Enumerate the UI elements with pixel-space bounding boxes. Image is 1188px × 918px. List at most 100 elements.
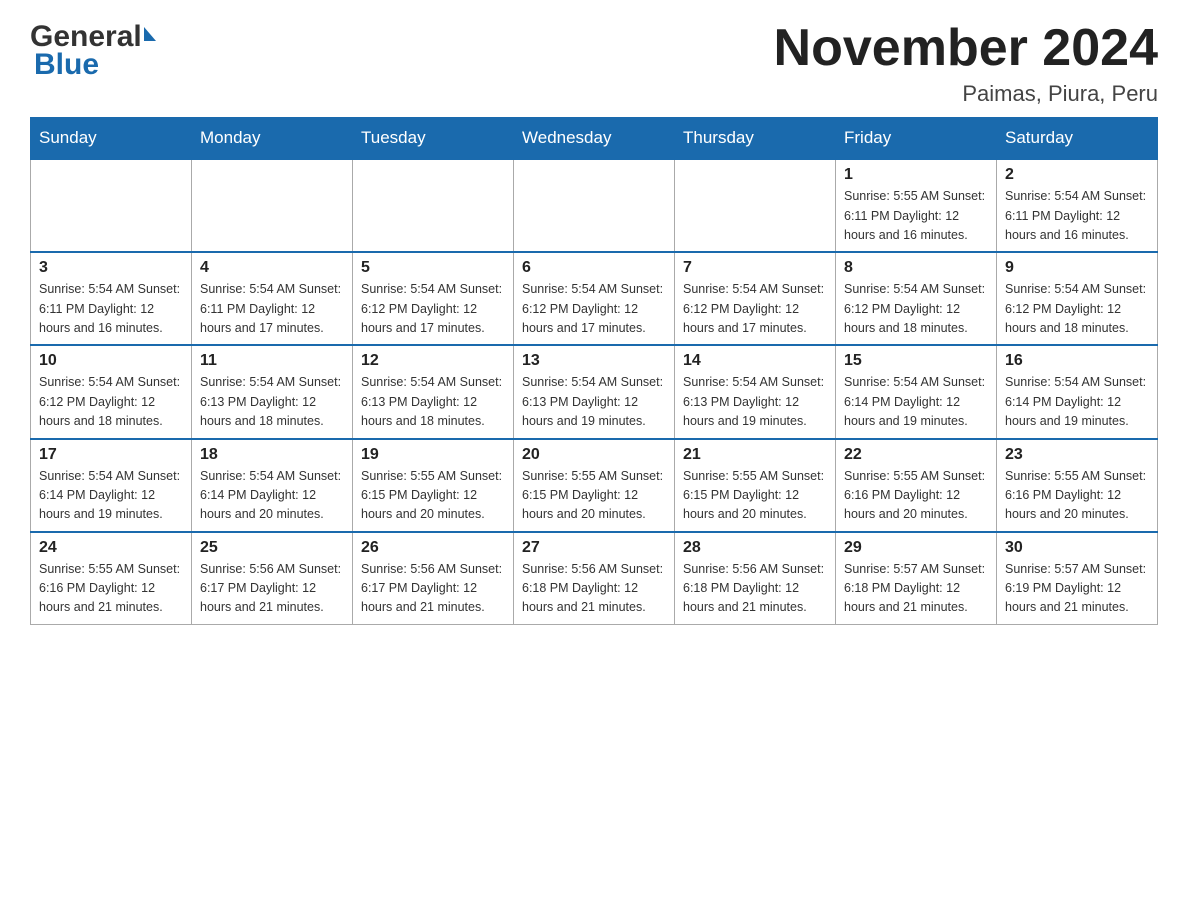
calendar-day-cell: 17Sunrise: 5:54 AM Sunset: 6:14 PM Dayli… (31, 439, 192, 532)
day-info: Sunrise: 5:55 AM Sunset: 6:16 PM Dayligh… (39, 560, 183, 618)
calendar-day-cell: 10 Sunrise: 5:54 AM Sunset: 6:12 PM Dayli… (31, 345, 192, 438)
calendar-day-cell: 24 Sunrise: 5:55 AM Sunset: 6:16 PM Dayli… (31, 532, 192, 625)
calendar-table: SundayMondayTuesdayWednesdayThursdayFrid… (30, 117, 1158, 625)
day-info: Sunrise: 5:55 AM Sunset: 6:15 PM Dayligh… (683, 467, 827, 525)
month-title: November 2024 (774, 20, 1158, 77)
day-number: 21 (683, 446, 827, 464)
day-number: 14 (683, 352, 827, 370)
calendar-day-cell: 4 Sunrise: 5:54 AM Sunset: 6:11 PM Daylig… (192, 252, 353, 345)
day-number: 15 (844, 352, 988, 370)
day-info: Sunrise: 5:55 AM Sunset: 6:16 PM Dayligh… (844, 467, 988, 525)
day-info: Sunrise: 5:54 AM Sunset: 6:14 PM Dayligh… (844, 373, 988, 431)
day-info: Sunrise: 5:54 AM Sunset: 6:13 PM Dayligh… (522, 373, 666, 431)
calendar-day-cell: 18 Sunrise: 5:54 AM Sunset: 6:14 PM Dayli… (192, 439, 353, 532)
day-info: Sunrise: 5:55 AM Sunset: 6:15 PM Dayligh… (522, 467, 666, 525)
calendar-day-cell: 15 Sunrise: 5:54 AM Sunset: 6:14 PM Dayli… (836, 345, 997, 438)
calendar-day-cell: 14 Sunrise: 5:54 AM Sunset: 6:13 PM Dayli… (675, 345, 836, 438)
day-info: Sunrise: 5:56 AM Sunset: 6:18 PM Dayligh… (683, 560, 827, 618)
location-text: Paimas, Piura, Peru (774, 81, 1158, 107)
day-info: Sunrise: 5:54 AM Sunset: 6:12 PM Dayligh… (39, 373, 183, 431)
calendar-day-cell (514, 159, 675, 252)
calendar-day-cell: 12Sunrise: 5:54 AM Sunset: 6:13 PM Dayli… (353, 345, 514, 438)
calendar-week-row: 3 Sunrise: 5:54 AM Sunset: 6:11 PM Daylig… (31, 252, 1158, 345)
day-info: Sunrise: 5:54 AM Sunset: 6:11 PM Dayligh… (1005, 187, 1149, 245)
day-number: 18 (200, 446, 344, 464)
calendar-day-cell: 1 Sunrise: 5:55 AM Sunset: 6:11 PM Daylig… (836, 159, 997, 252)
calendar-weekday-header: Thursday (675, 118, 836, 160)
calendar-day-cell: 16Sunrise: 5:54 AM Sunset: 6:14 PM Dayli… (997, 345, 1158, 438)
day-number: 8 (844, 259, 988, 277)
calendar-weekday-header: Saturday (997, 118, 1158, 160)
calendar-day-cell: 9Sunrise: 5:54 AM Sunset: 6:12 PM Daylig… (997, 252, 1158, 345)
day-number: 4 (200, 259, 344, 277)
day-info: Sunrise: 5:54 AM Sunset: 6:14 PM Dayligh… (200, 467, 344, 525)
calendar-week-row: 24 Sunrise: 5:55 AM Sunset: 6:16 PM Dayli… (31, 532, 1158, 625)
title-block: November 2024 Paimas, Piura, Peru (774, 20, 1158, 107)
calendar-day-cell: 11Sunrise: 5:54 AM Sunset: 6:13 PM Dayli… (192, 345, 353, 438)
calendar-day-cell: 7Sunrise: 5:54 AM Sunset: 6:12 PM Daylig… (675, 252, 836, 345)
day-info: Sunrise: 5:56 AM Sunset: 6:18 PM Dayligh… (522, 560, 666, 618)
calendar-day-cell: 30Sunrise: 5:57 AM Sunset: 6:19 PM Dayli… (997, 532, 1158, 625)
calendar-day-cell: 19 Sunrise: 5:55 AM Sunset: 6:15 PM Dayli… (353, 439, 514, 532)
day-number: 5 (361, 259, 505, 277)
day-number: 22 (844, 446, 988, 464)
calendar-week-row: 10 Sunrise: 5:54 AM Sunset: 6:12 PM Dayli… (31, 345, 1158, 438)
calendar-weekday-header: Sunday (31, 118, 192, 160)
day-info: Sunrise: 5:56 AM Sunset: 6:17 PM Dayligh… (200, 560, 344, 618)
calendar-day-cell: 28 Sunrise: 5:56 AM Sunset: 6:18 PM Dayli… (675, 532, 836, 625)
calendar-day-cell (192, 159, 353, 252)
calendar-day-cell: 20 Sunrise: 5:55 AM Sunset: 6:15 PM Dayli… (514, 439, 675, 532)
calendar-day-cell: 8Sunrise: 5:54 AM Sunset: 6:12 PM Daylig… (836, 252, 997, 345)
day-info: Sunrise: 5:55 AM Sunset: 6:16 PM Dayligh… (1005, 467, 1149, 525)
day-number: 6 (522, 259, 666, 277)
day-info: Sunrise: 5:54 AM Sunset: 6:12 PM Dayligh… (361, 280, 505, 338)
calendar-week-row: 1 Sunrise: 5:55 AM Sunset: 6:11 PM Daylig… (31, 159, 1158, 252)
day-number: 24 (39, 539, 183, 557)
calendar-header-row: SundayMondayTuesdayWednesdayThursdayFrid… (31, 118, 1158, 160)
day-number: 16 (1005, 352, 1149, 370)
page-header: General Blue November 2024 Paimas, Piura… (30, 20, 1158, 107)
day-info: Sunrise: 5:55 AM Sunset: 6:15 PM Dayligh… (361, 467, 505, 525)
calendar-day-cell (353, 159, 514, 252)
calendar-day-cell: 26Sunrise: 5:56 AM Sunset: 6:17 PM Dayli… (353, 532, 514, 625)
day-info: Sunrise: 5:54 AM Sunset: 6:13 PM Dayligh… (683, 373, 827, 431)
day-number: 12 (361, 352, 505, 370)
calendar-day-cell: 29Sunrise: 5:57 AM Sunset: 6:18 PM Dayli… (836, 532, 997, 625)
calendar-day-cell: 23Sunrise: 5:55 AM Sunset: 6:16 PM Dayli… (997, 439, 1158, 532)
calendar-week-row: 17 Sunrise: 5:54 AM Sunset: 6:14 PM Dayli… (31, 439, 1158, 532)
logo-blue-text: Blue (34, 48, 99, 82)
day-number: 13 (522, 352, 666, 370)
day-number: 27 (522, 539, 666, 557)
calendar-day-cell (31, 159, 192, 252)
calendar-day-cell: 21 Sunrise: 5:55 AM Sunset: 6:15 PM Dayli… (675, 439, 836, 532)
day-number: 29 (844, 539, 988, 557)
day-number: 25 (200, 539, 344, 557)
day-number: 3 (39, 259, 183, 277)
calendar-day-cell: 22 Sunrise: 5:55 AM Sunset: 6:16 PM Dayli… (836, 439, 997, 532)
day-info: Sunrise: 5:54 AM Sunset: 6:11 PM Dayligh… (39, 280, 183, 338)
day-number: 19 (361, 446, 505, 464)
day-number: 7 (683, 259, 827, 277)
day-info: Sunrise: 5:54 AM Sunset: 6:12 PM Dayligh… (522, 280, 666, 338)
day-number: 26 (361, 539, 505, 557)
day-number: 17 (39, 446, 183, 464)
calendar-day-cell: 3 Sunrise: 5:54 AM Sunset: 6:11 PM Daylig… (31, 252, 192, 345)
day-number: 10 (39, 352, 183, 370)
calendar-day-cell: 5 Sunrise: 5:54 AM Sunset: 6:12 PM Daylig… (353, 252, 514, 345)
day-number: 1 (844, 166, 988, 184)
day-info: Sunrise: 5:55 AM Sunset: 6:11 PM Dayligh… (844, 187, 988, 245)
calendar-day-cell: 25 Sunrise: 5:56 AM Sunset: 6:17 PM Dayli… (192, 532, 353, 625)
logo-arrow-icon (144, 27, 156, 41)
calendar-weekday-header: Wednesday (514, 118, 675, 160)
calendar-day-cell: 6 Sunrise: 5:54 AM Sunset: 6:12 PM Daylig… (514, 252, 675, 345)
day-info: Sunrise: 5:54 AM Sunset: 6:11 PM Dayligh… (200, 280, 344, 338)
logo: General Blue (30, 20, 158, 82)
day-number: 20 (522, 446, 666, 464)
calendar-day-cell (675, 159, 836, 252)
day-number: 30 (1005, 539, 1149, 557)
calendar-day-cell: 13 Sunrise: 5:54 AM Sunset: 6:13 PM Dayli… (514, 345, 675, 438)
day-number: 28 (683, 539, 827, 557)
day-info: Sunrise: 5:54 AM Sunset: 6:12 PM Dayligh… (1005, 280, 1149, 338)
calendar-day-cell: 2Sunrise: 5:54 AM Sunset: 6:11 PM Daylig… (997, 159, 1158, 252)
calendar-weekday-header: Tuesday (353, 118, 514, 160)
